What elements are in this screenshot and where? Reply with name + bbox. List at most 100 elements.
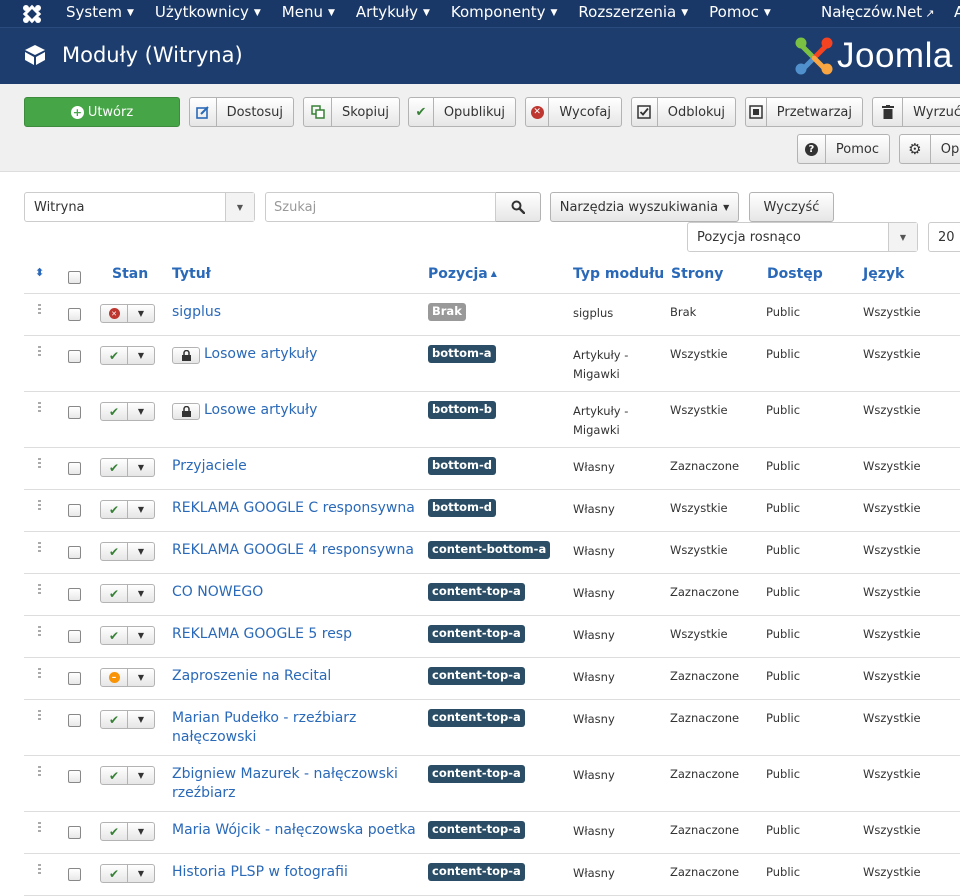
module-title-link[interactable]: REKLAMA GOOGLE C responsywna xyxy=(172,500,415,516)
module-title-link[interactable]: Losowe artykuły xyxy=(204,402,317,418)
row-checkbox[interactable] xyxy=(68,588,81,601)
status-button[interactable]: ✔ xyxy=(100,346,128,365)
drag-handle-icon[interactable] xyxy=(38,542,42,554)
batch-button[interactable]: Przetwarzaj xyxy=(745,97,863,127)
module-title-link[interactable]: Historia PLSP w fotografii xyxy=(172,864,348,880)
module-title-link[interactable]: Zaproszenie na Recital xyxy=(172,668,331,684)
top-menu-item[interactable]: Menu ▼ xyxy=(282,0,335,27)
column-position[interactable]: Pozycja ▲ xyxy=(428,266,497,282)
row-checkbox[interactable] xyxy=(68,630,81,643)
row-actions-dropdown[interactable]: ▼ xyxy=(128,500,155,519)
row-actions-dropdown[interactable]: ▼ xyxy=(128,626,155,645)
row-actions-dropdown[interactable]: ▼ xyxy=(128,542,155,561)
row-checkbox[interactable] xyxy=(68,770,81,783)
module-title-link[interactable]: REKLAMA GOOGLE 5 resp xyxy=(172,626,352,642)
search-tools-button[interactable]: Narzędzia wyszukiwania ▼ xyxy=(550,192,739,222)
drag-handle-icon[interactable] xyxy=(38,864,42,876)
ordering-column-sort[interactable]: ⬍ xyxy=(35,266,44,279)
row-checkbox[interactable] xyxy=(68,308,81,321)
module-title-link[interactable]: sigplus xyxy=(172,304,221,320)
joomla-small-icon[interactable] xyxy=(22,4,42,24)
row-checkbox[interactable] xyxy=(68,714,81,727)
drag-handle-icon[interactable] xyxy=(38,584,42,596)
drag-handle-icon[interactable] xyxy=(38,500,42,512)
status-button[interactable]: ✕ xyxy=(100,304,128,323)
row-actions-dropdown[interactable]: ▼ xyxy=(128,584,155,603)
drag-handle-icon[interactable] xyxy=(38,822,42,834)
drag-handle-icon[interactable] xyxy=(38,458,42,470)
checked-out-lock-icon[interactable] xyxy=(172,347,200,364)
row-actions-dropdown[interactable]: ▼ xyxy=(128,458,155,477)
drag-handle-icon[interactable] xyxy=(38,402,42,414)
top-menu-item[interactable]: Artykuły ▼ xyxy=(356,0,430,27)
status-button[interactable]: – xyxy=(100,668,128,687)
module-title-link[interactable]: CO NOWEGO xyxy=(172,584,263,600)
row-actions-dropdown[interactable]: ▼ xyxy=(128,864,155,883)
row-actions-dropdown[interactable]: ▼ xyxy=(128,710,155,729)
options-button[interactable]: ⚙ Opcje xyxy=(899,134,960,164)
clear-button[interactable]: Wyczyść xyxy=(749,192,834,222)
status-button[interactable]: ✔ xyxy=(100,710,128,729)
row-checkbox[interactable] xyxy=(68,462,81,475)
top-menu-item[interactable]: Użytkownicy ▼ xyxy=(155,0,261,27)
checkin-button[interactable]: Odblokuj xyxy=(631,97,736,127)
column-module-type[interactable]: Typ modułu xyxy=(573,266,664,282)
status-button[interactable]: ✔ xyxy=(100,822,128,841)
top-menu-item[interactable]: Komponenty ▼ xyxy=(451,0,558,27)
status-button[interactable]: ✔ xyxy=(100,458,128,477)
limit-select[interactable]: 20 xyxy=(928,222,960,252)
module-title-link[interactable]: Marian Pudełko - rzeźbiarz nałęczowski xyxy=(172,710,356,745)
select-all-checkbox[interactable] xyxy=(68,271,81,284)
ordering-select[interactable]: Pozycja rosnąco ▼ xyxy=(687,222,918,252)
row-actions-dropdown[interactable]: ▼ xyxy=(128,822,155,841)
status-button[interactable]: ✔ xyxy=(100,402,128,421)
row-checkbox[interactable] xyxy=(68,546,81,559)
top-menu-item[interactable]: Rozszerzenia ▼ xyxy=(578,0,688,27)
row-actions-dropdown[interactable]: ▼ xyxy=(128,402,155,421)
column-access[interactable]: Dostęp xyxy=(767,266,823,282)
drag-handle-icon[interactable] xyxy=(38,766,42,778)
status-button[interactable]: ✔ xyxy=(100,864,128,883)
copy-button[interactable]: Skopiuj xyxy=(303,97,400,127)
row-actions-dropdown[interactable]: ▼ xyxy=(128,766,155,785)
publish-button[interactable]: ✔ Opublikuj xyxy=(408,97,516,127)
drag-handle-icon[interactable] xyxy=(38,710,42,722)
search-button[interactable] xyxy=(496,192,541,222)
search-input[interactable] xyxy=(265,192,496,222)
status-button[interactable]: ✔ xyxy=(100,766,128,785)
drag-handle-icon[interactable] xyxy=(38,626,42,638)
client-select[interactable]: Witryna ▼ xyxy=(24,192,255,222)
top-menu-item[interactable]: System ▼ xyxy=(66,0,134,27)
row-checkbox[interactable] xyxy=(68,868,81,881)
status-button[interactable]: ✔ xyxy=(100,626,128,645)
status-button[interactable]: ✔ xyxy=(100,500,128,519)
edit-button[interactable]: Dostosuj xyxy=(189,97,294,127)
new-button[interactable]: + Utwórz xyxy=(24,97,180,127)
row-actions-dropdown[interactable]: ▼ xyxy=(128,304,155,323)
module-title-link[interactable]: Zbigniew Mazurek - nałęczowski rzeźbiarz xyxy=(172,766,398,801)
checked-out-lock-icon[interactable] xyxy=(172,403,200,420)
column-status[interactable]: Stan xyxy=(112,266,148,282)
trash-button[interactable]: Wyrzuć xyxy=(872,97,960,127)
column-pages[interactable]: Strony xyxy=(671,266,723,282)
column-language[interactable]: Język xyxy=(863,266,904,282)
row-checkbox[interactable] xyxy=(68,672,81,685)
drag-handle-icon[interactable] xyxy=(38,304,42,316)
user-menu-cut[interactable]: A xyxy=(954,0,960,25)
module-title-link[interactable]: Przyjaciele xyxy=(172,458,247,474)
drag-handle-icon[interactable] xyxy=(38,668,42,680)
module-title-link[interactable]: Maria Wójcik - nałęczowska poetka xyxy=(172,822,416,838)
help-button[interactable]: ? Pomoc xyxy=(797,134,890,164)
row-checkbox[interactable] xyxy=(68,406,81,419)
site-link-label[interactable]: Nałęczów.Net xyxy=(821,3,922,21)
row-actions-dropdown[interactable]: ▼ xyxy=(128,668,155,687)
drag-handle-icon[interactable] xyxy=(38,346,42,358)
row-actions-dropdown[interactable]: ▼ xyxy=(128,346,155,365)
row-checkbox[interactable] xyxy=(68,350,81,363)
row-checkbox[interactable] xyxy=(68,504,81,517)
module-title-link[interactable]: REKLAMA GOOGLE 4 responsywna xyxy=(172,542,414,558)
unpublish-button[interactable]: ✕ Wycofaj xyxy=(525,97,622,127)
site-link[interactable]: Nałęczów.Net ↗ xyxy=(821,0,934,26)
module-title-link[interactable]: Losowe artykuły xyxy=(204,346,317,362)
top-menu-item[interactable]: Pomoc ▼ xyxy=(709,0,771,27)
